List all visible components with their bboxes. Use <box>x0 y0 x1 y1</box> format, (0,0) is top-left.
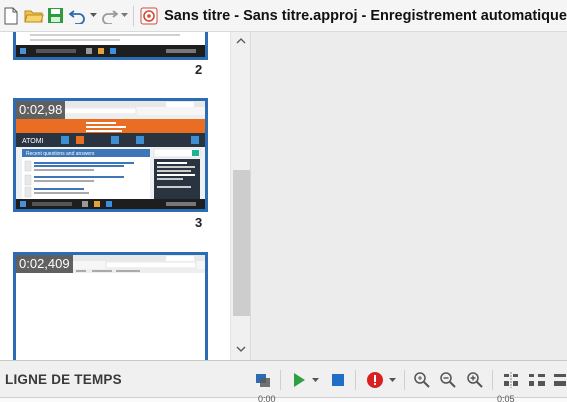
ruler-start-label: 0:00 <box>258 394 276 402</box>
redo-icon[interactable] <box>98 2 120 30</box>
toolbar-separator <box>132 5 134 26</box>
timeline-view-icon[interactable] <box>252 369 274 391</box>
slide-thumbnail-panel[interactable]: 2 ATOMI Recent questions and answers 0:0… <box>0 32 230 360</box>
slide-number: 3 <box>195 215 203 230</box>
zoom-in-icon[interactable] <box>464 369 486 391</box>
slide-thumbnail[interactable]: 0:02,409 <box>13 252 208 360</box>
slide-thumbnail-selected[interactable]: ATOMI Recent questions and answers 0:02,… <box>13 98 208 212</box>
redo-dropdown-icon[interactable] <box>120 2 129 30</box>
thumbnail-brand: ATOMI <box>22 138 44 145</box>
play-dropdown-icon[interactable] <box>309 369 321 391</box>
undo-dropdown-icon[interactable] <box>89 2 98 30</box>
editing-canvas[interactable] <box>250 32 567 360</box>
thumbnail-scrollbar[interactable] <box>230 32 250 360</box>
timeline-panel: LIGNE DE TEMPS 0:00 0:05 <box>0 360 567 402</box>
slide-thumbnail[interactable] <box>13 32 208 60</box>
scrollbar-thumb[interactable] <box>233 170 250 316</box>
stop-icon[interactable] <box>327 369 349 391</box>
scroll-up-icon[interactable] <box>231 32 251 50</box>
play-icon[interactable] <box>288 369 310 391</box>
open-folder-icon[interactable] <box>22 2 44 30</box>
split-icon[interactable] <box>500 369 522 391</box>
slide-duration-badge: 0:02,98 <box>16 101 66 119</box>
toolbar: Sans titre - Sans titre.approj - Enregis… <box>0 0 567 32</box>
new-file-icon[interactable] <box>0 2 22 30</box>
zoom-out-icon[interactable] <box>437 369 459 391</box>
zoom-fit-icon[interactable] <box>411 369 433 391</box>
app-window: Sans titre - Sans titre.approj - Enregis… <box>0 0 567 402</box>
timeline-ruler[interactable]: 0:00 0:05 <box>0 394 567 402</box>
record-icon[interactable] <box>364 369 386 391</box>
slide-preview <box>16 32 205 57</box>
record-dropdown-icon[interactable] <box>386 369 398 391</box>
trim-icon[interactable] <box>526 369 548 391</box>
timeline-label: LIGNE DE TEMPS <box>5 372 122 387</box>
app-logo-icon <box>138 2 160 30</box>
slide-number: 2 <box>195 62 203 77</box>
slide-duration-badge: 0:02,409 <box>16 255 73 273</box>
save-icon[interactable] <box>45 2 67 30</box>
ruler-end-label: 0:05 <box>497 394 515 402</box>
more-tools-icon[interactable] <box>552 369 567 391</box>
scroll-down-icon[interactable] <box>231 340 251 358</box>
window-title: Sans titre - Sans titre.approj - Enregis… <box>164 7 567 24</box>
thumbnail-banner: Recent questions and answers <box>26 151 95 157</box>
undo-icon[interactable] <box>67 2 89 30</box>
